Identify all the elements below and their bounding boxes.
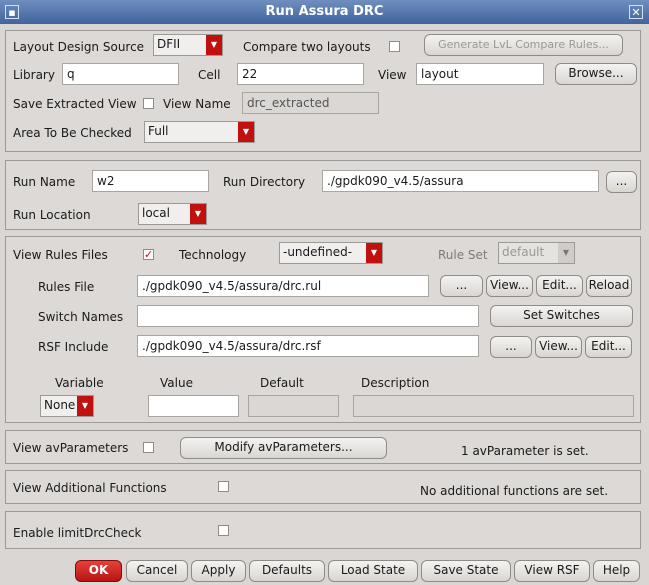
run-location-select[interactable]: local ▼ <box>138 203 207 225</box>
run-name-input[interactable]: w2 <box>92 170 209 192</box>
limit-label: Enable limitDrcCheck <box>13 526 142 540</box>
window-title: Run Assura DRC <box>265 4 384 19</box>
library-label: Library <box>13 68 55 82</box>
chevron-down-icon: ▼ <box>190 204 206 224</box>
run-name-label: Run Name <box>13 175 76 189</box>
save-extracted-checkbox[interactable] <box>143 98 154 109</box>
run-dir-input[interactable]: ./gpdk090_v4.5/assura <box>322 170 599 192</box>
rsf-view-button[interactable]: View... <box>535 336 582 358</box>
rule-set-select[interactable]: default ▼ <box>498 242 575 264</box>
compare-checkbox[interactable] <box>389 41 400 52</box>
view-name-label: View Name <box>163 97 231 111</box>
view-name-input[interactable]: drc_extracted <box>242 92 379 114</box>
switch-names-label: Switch Names <box>38 310 124 324</box>
additional-label: View Additional Functions <box>13 481 167 495</box>
close-icon[interactable]: ✕ <box>629 5 643 19</box>
chevron-down-icon: ▼ <box>238 122 254 142</box>
view-label: View <box>378 68 407 82</box>
rules-edit-button[interactable]: Edit... <box>536 275 583 297</box>
technology-label: Technology <box>179 248 247 262</box>
layout-source-value: DFII <box>157 37 181 51</box>
run-dir-label: Run Directory <box>223 175 306 189</box>
view-rules-label: View Rules Files <box>13 248 108 262</box>
help-button[interactable]: Help <box>593 560 640 582</box>
area-label: Area To Be Checked <box>13 126 132 140</box>
rsf-edit-button[interactable]: Edit... <box>585 336 632 358</box>
switch-names-input[interactable] <box>137 305 479 327</box>
additional-status: No additional functions are set. <box>420 484 609 498</box>
run-location-label: Run Location <box>13 208 91 222</box>
chevron-down-icon: ▼ <box>206 35 222 55</box>
layout-source-select[interactable]: DFII ▼ <box>153 34 223 56</box>
view-rules-checkbox[interactable]: ✓ <box>143 249 154 260</box>
chevron-down-icon: ▼ <box>366 243 382 263</box>
chevron-down-icon: ▼ <box>558 243 574 263</box>
view-rsf-button[interactable]: View RSF <box>514 560 590 582</box>
layout-source-label: Layout Design Source <box>13 40 145 54</box>
rules-reload-button[interactable]: Reload <box>586 275 632 297</box>
limit-checkbox[interactable] <box>218 525 229 536</box>
window-menu-icon[interactable]: ▪ <box>5 5 19 19</box>
apply-button[interactable]: Apply <box>191 560 246 582</box>
save-extracted-label: Save Extracted View <box>13 97 137 111</box>
rsf-include-input[interactable]: ./gpdk090_v4.5/assura/drc.rsf <box>137 335 479 357</box>
rules-file-browse-button[interactable]: ... <box>440 275 483 297</box>
technology-select[interactable]: -undefined- ▼ <box>279 242 383 264</box>
variable-value-input[interactable] <box>148 395 239 417</box>
compare-label: Compare two layouts <box>243 40 371 54</box>
rsf-browse-button[interactable]: ... <box>490 336 532 358</box>
rules-view-button[interactable]: View... <box>486 275 533 297</box>
area-value: Full <box>148 124 169 138</box>
run-dir-browse-button[interactable]: ... <box>606 171 637 193</box>
chevron-down-icon: ▼ <box>77 396 93 416</box>
variable-default-input <box>248 395 339 417</box>
rsf-include-label: RSF Include <box>38 340 109 354</box>
modify-avparams-button[interactable]: Modify avParameters... <box>180 437 387 459</box>
avparams-label: View avParameters <box>13 441 129 455</box>
technology-value: -undefined- <box>283 245 353 259</box>
value-header: Value <box>160 376 193 390</box>
variable-select[interactable]: None ▼ <box>40 395 94 417</box>
library-input[interactable]: q <box>62 63 179 85</box>
save-state-button[interactable]: Save State <box>421 560 511 582</box>
view-input[interactable]: layout <box>416 63 544 85</box>
default-header: Default <box>260 376 304 390</box>
description-header: Description <box>361 376 430 390</box>
run-location-value: local <box>142 206 170 220</box>
variable-value: None <box>44 398 76 412</box>
area-select[interactable]: Full ▼ <box>144 121 255 143</box>
browse-button[interactable]: Browse... <box>555 63 637 85</box>
cell-label: Cell <box>198 68 221 82</box>
variable-header: Variable <box>55 376 104 390</box>
rule-set-label: Rule Set <box>438 248 488 262</box>
generate-compare-rules-button[interactable]: Generate LvL Compare Rules... <box>424 34 623 56</box>
load-state-button[interactable]: Load State <box>328 560 418 582</box>
title-bar: ▪ Run Assura DRC ✕ <box>0 0 649 24</box>
defaults-button[interactable]: Defaults <box>249 560 325 582</box>
rules-file-label: Rules File <box>38 280 95 294</box>
rule-set-value: default <box>502 245 545 259</box>
avparams-status: 1 avParameter is set. <box>461 444 589 458</box>
rules-file-input[interactable]: ./gpdk090_v4.5/assura/drc.rul <box>137 275 429 297</box>
additional-checkbox[interactable] <box>218 481 229 492</box>
cancel-button[interactable]: Cancel <box>126 560 188 582</box>
variable-description-input <box>353 395 634 417</box>
cell-input[interactable]: 22 <box>237 63 364 85</box>
set-switches-button[interactable]: Set Switches <box>490 305 633 327</box>
ok-button[interactable]: OK <box>75 560 122 582</box>
avparams-checkbox[interactable] <box>143 442 154 453</box>
